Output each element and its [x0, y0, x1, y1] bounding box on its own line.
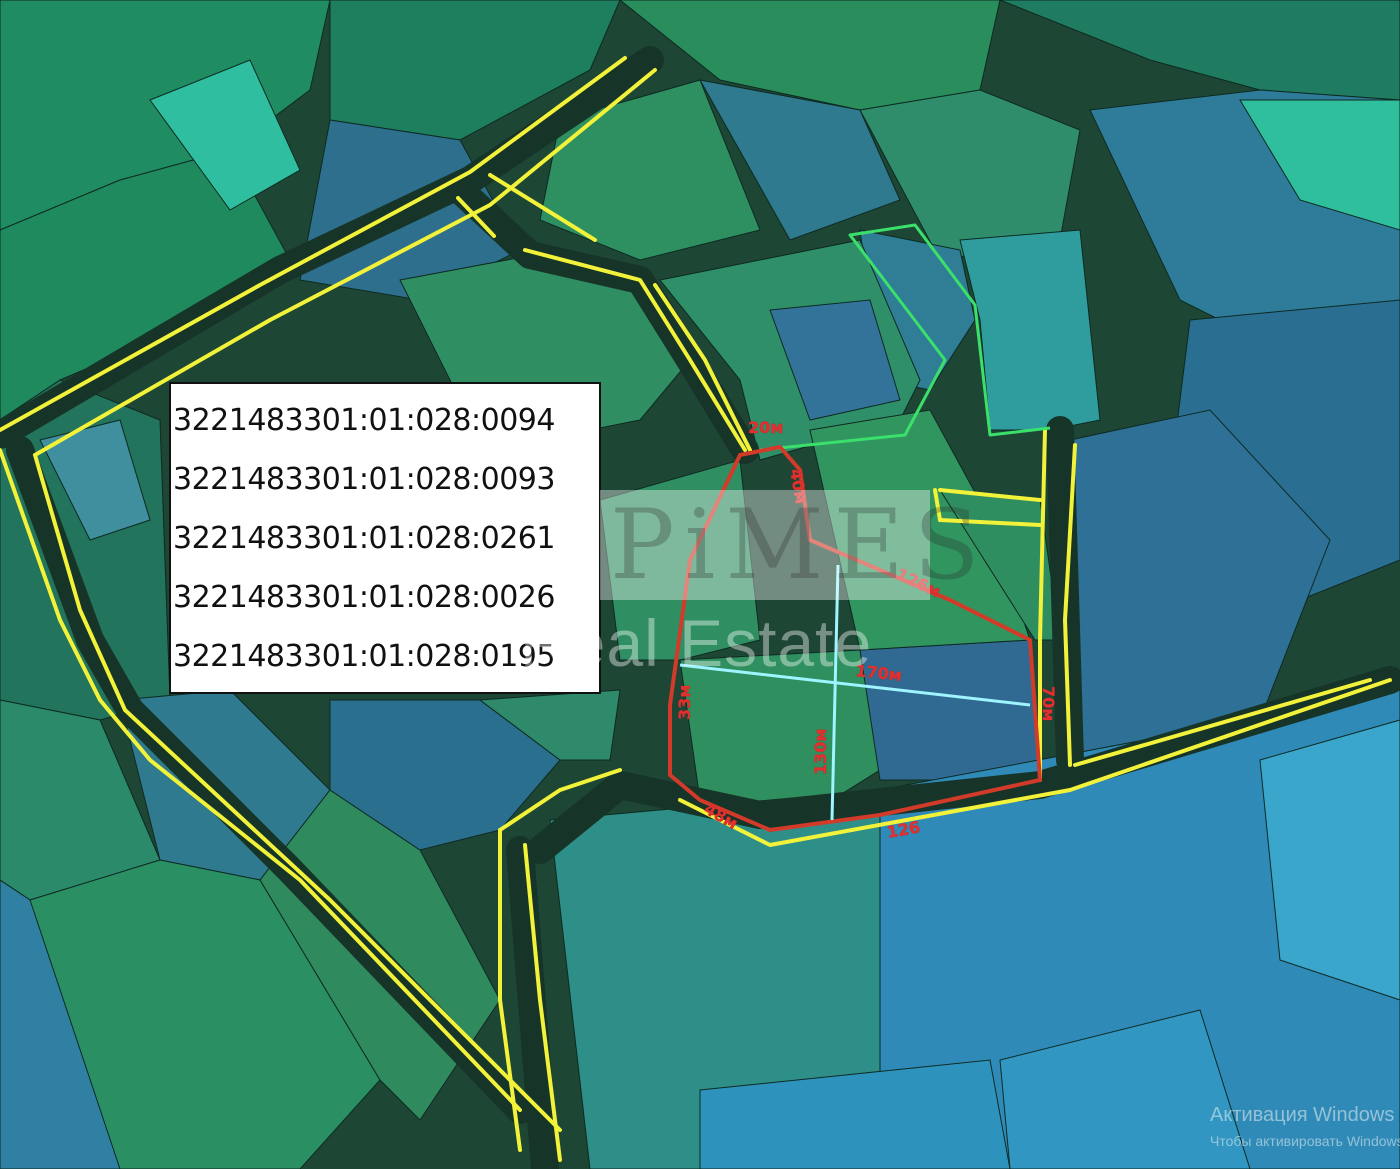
cadastral-number-list: 3221483301:01:028:0094 3221483301:01:028… — [169, 382, 601, 694]
cadastral-number: 3221483301:01:028:0093 — [173, 462, 555, 498]
cadastral-number: 3221483301:01:028:0026 — [173, 579, 555, 615]
activation-title: Активация Windows — [1210, 1104, 1395, 1126]
windows-activation-notice: Активация Windows Чтобы активировать Win… — [1210, 1104, 1400, 1164]
dimension-label-top: 20м — [748, 418, 783, 437]
dimension-label-center-vertical: 130м — [811, 729, 830, 775]
dimension-label-right: 70м — [1039, 686, 1058, 721]
dimension-label-left: 33м — [675, 685, 694, 720]
cadastral-number: 3221483301:01:028:0094 — [173, 403, 555, 439]
cadastral-number: 3221483301:01:028:0261 — [173, 520, 555, 556]
cadastral-number: 3221483301:01:028:0195 — [173, 638, 555, 674]
activation-subtitle: Чтобы активировать Windows — [1210, 1133, 1400, 1149]
